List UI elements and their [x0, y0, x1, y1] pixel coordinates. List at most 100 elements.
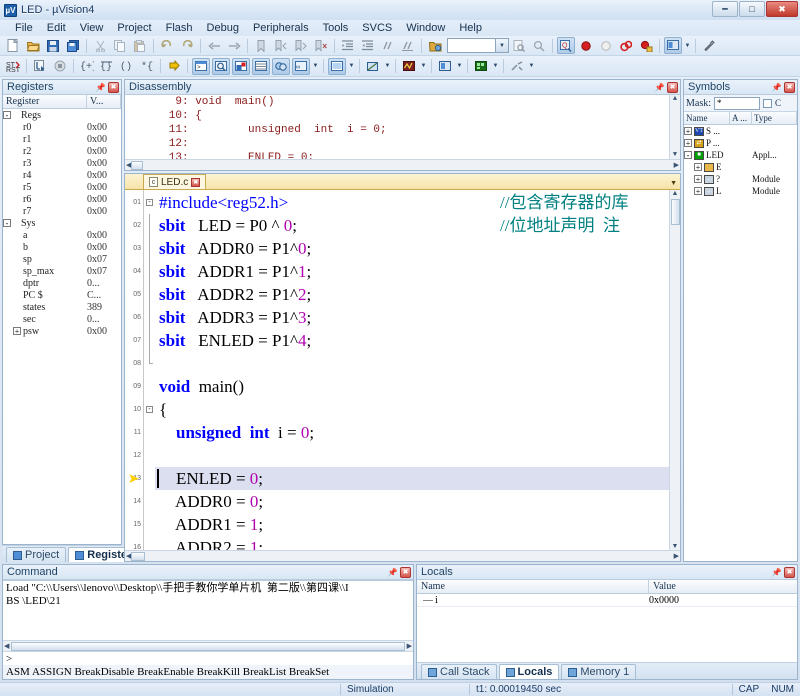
menu-item-project[interactable]: Project [110, 22, 158, 34]
call-stack-icon[interactable] [272, 57, 290, 75]
breakpoints-icon[interactable] [637, 37, 655, 54]
bookmark-search-icon[interactable] [530, 37, 548, 54]
register-group-regs[interactable]: - Regs [3, 109, 121, 121]
chevron-down-icon[interactable]: ▼ [347, 58, 356, 75]
code-line-current[interactable]: ENLED = 0; [155, 467, 680, 490]
registers-window-icon[interactable] [252, 57, 270, 75]
register-row[interactable]: b 0x00 [3, 241, 121, 253]
code-line[interactable]: sbit ADDR2 = P1^2; [155, 283, 680, 306]
target-options-icon[interactable] [426, 37, 444, 54]
symbol-row[interactable]: + VT S ... [684, 125, 797, 137]
chevron-down-icon[interactable]: ▼ [383, 58, 392, 75]
register-row[interactable]: r3 0x00 [3, 157, 121, 169]
register-row[interactable]: r5 0x00 [3, 181, 121, 193]
menu-item-edit[interactable]: Edit [40, 22, 73, 34]
dock-tab-locals[interactable]: Locals [498, 664, 560, 679]
bookmark-toggle-icon[interactable] [252, 37, 270, 54]
cut-icon[interactable] [91, 37, 109, 54]
show-next-statement-icon[interactable] [165, 58, 183, 75]
copy-icon[interactable] [111, 37, 129, 54]
mask-input[interactable] [714, 96, 760, 110]
code-lines[interactable]: #include<reg52.h>//包含寄存器的库 sbit LED = P0 … [155, 190, 680, 550]
serial-window-icon[interactable] [364, 58, 382, 75]
code-line[interactable]: ADDR2 = 1; [155, 536, 680, 550]
register-row[interactable]: sec 0... [3, 313, 121, 325]
scroll-right-icon[interactable]: ▶ [674, 161, 679, 169]
close-icon[interactable]: ✖ [108, 81, 119, 93]
pin-icon[interactable]: 📌 [95, 82, 106, 93]
disable-breakpoint-icon[interactable] [597, 37, 615, 54]
registers-tree[interactable]: Register V... - Regs r0 0x00 r1 0x00 r2 0x00 r3… [3, 95, 121, 544]
redo-icon[interactable] [178, 37, 196, 54]
command-window-icon[interactable]: > [192, 57, 210, 75]
tree-expander[interactable]: + [13, 327, 21, 336]
register-row[interactable]: a 0x00 [3, 229, 121, 241]
code-line[interactable]: sbit ADDR1 = P1^1; [155, 260, 680, 283]
pin-icon[interactable]: 📌 [771, 82, 782, 93]
disassembly-listing[interactable]: 9: void main() 10: { 11: unsigned int i … [125, 95, 680, 159]
editor-hscrollbar[interactable]: ◀ ▶ [125, 550, 680, 561]
run-to-cursor-icon[interactable]: *{} [138, 58, 156, 75]
chevron-down-icon[interactable]: ▼ [670, 180, 677, 187]
chevron-down-icon[interactable]: ▼ [419, 58, 428, 75]
menu-item-view[interactable]: View [73, 22, 111, 34]
run-icon[interactable] [31, 58, 49, 75]
close-icon[interactable]: ✖ [400, 566, 411, 578]
save-icon[interactable] [44, 37, 62, 54]
fold-collapse-icon[interactable]: - [146, 199, 153, 206]
menu-item-tools[interactable]: Tools [316, 22, 356, 34]
fold-marker[interactable]: - [144, 191, 155, 214]
scroll-left-icon[interactable]: ◀ [4, 642, 9, 650]
register-group-sys[interactable]: - Sys [3, 217, 121, 229]
bookmark-next-icon[interactable] [292, 37, 310, 54]
register-row[interactable]: r0 0x00 [3, 121, 121, 133]
locals-row[interactable]: i 0x0000 [417, 594, 797, 607]
scroll-down-icon[interactable]: ▼ [672, 543, 679, 550]
step-out-icon[interactable]: () [118, 58, 136, 75]
stop-icon[interactable] [51, 58, 69, 75]
code-line[interactable]: #include<reg52.h>//包含寄存器的库 [155, 191, 680, 214]
undo-icon[interactable] [158, 37, 176, 54]
register-row[interactable]: + psw 0x00 [3, 325, 121, 337]
register-row[interactable]: r4 0x00 [3, 169, 121, 181]
code-line[interactable]: ADDR0 = 0; [155, 490, 680, 513]
chevron-down-icon[interactable]: ▼ [495, 39, 508, 52]
comment-icon[interactable] [379, 37, 397, 54]
chevron-down-icon[interactable]: ▼ [683, 37, 692, 54]
trace-window-icon[interactable] [436, 58, 454, 75]
command-input[interactable]: > [3, 651, 413, 665]
pin-icon[interactable]: 📌 [387, 567, 398, 578]
menu-item-peripherals[interactable]: Peripherals [246, 22, 316, 34]
close-icon[interactable]: ✖ [191, 177, 201, 187]
locals-table[interactable]: Name Value i 0x0000 [417, 580, 797, 662]
navigate-back-icon[interactable] [205, 37, 223, 54]
new-file-icon[interactable] [4, 37, 22, 54]
find-in-files-icon[interactable] [510, 37, 528, 54]
code-line[interactable]: ADDR1 = 1; [155, 513, 680, 536]
indent-icon[interactable] [339, 37, 357, 54]
editor-scroll-thumb[interactable] [670, 199, 680, 225]
register-row[interactable]: r7 0x00 [3, 205, 121, 217]
target-selector-combo[interactable]: ▼ [447, 38, 509, 53]
chevron-down-icon[interactable]: ▼ [455, 58, 464, 75]
tree-expander[interactable]: + [694, 175, 702, 184]
code-line[interactable] [155, 444, 680, 467]
tree-expander[interactable]: + [694, 163, 702, 172]
disassembly-vscrollbar[interactable]: ▲ ▼ [669, 95, 680, 159]
symbol-row[interactable]: + ⇄ P ... [684, 137, 797, 149]
paste-icon[interactable] [131, 37, 149, 54]
step-into-icon[interactable]: {+} [78, 58, 96, 75]
symbol-row[interactable]: - ■ LED Appl... [684, 149, 797, 161]
manage-windows-icon[interactable] [664, 37, 682, 54]
find-icon[interactable]: Q [557, 37, 575, 54]
memory-window-icon[interactable] [328, 57, 346, 75]
chevron-down-icon[interactable]: ▼ [311, 58, 320, 75]
watch-window-icon[interactable]: ∞ [292, 57, 310, 75]
symbols-tree[interactable]: Name A ... Type + VT S ... + ⇄ P ... - ■ LED Appl… [684, 112, 797, 561]
dock-tab-call-stack[interactable]: Call Stack [421, 664, 497, 679]
menu-item-flash[interactable]: Flash [159, 22, 200, 34]
scroll-right-icon[interactable]: ▶ [407, 642, 412, 650]
analysis-window-icon[interactable] [400, 58, 418, 75]
close-icon[interactable]: ✖ [667, 81, 678, 93]
code-line[interactable]: sbit ADDR3 = P1^3; [155, 306, 680, 329]
